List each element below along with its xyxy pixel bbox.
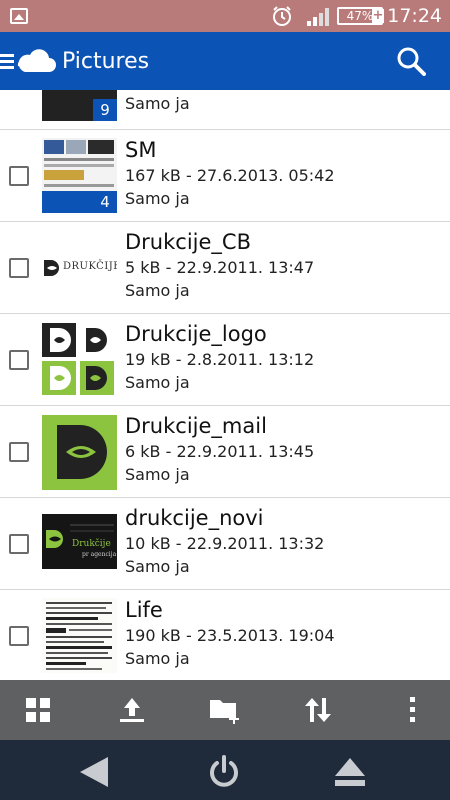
list-item[interactable]: DRUKČIJE Drukcije_CB 5 kB - 22.9.2011. 1… [0, 222, 450, 314]
thumbnail: DRUKČIJE [42, 230, 117, 305]
item-meta: 167 kB - 27.6.2013. 05:42 [125, 166, 335, 185]
new-folder-icon[interactable] [208, 694, 240, 726]
item-checkbox[interactable] [9, 258, 29, 278]
charging-indicator: + [372, 8, 384, 23]
bottom-toolbar [0, 680, 450, 740]
list-item[interactable]: Life 190 kB - 23.5.2013. 19:04 Samo ja [0, 590, 450, 680]
item-name: SM [125, 138, 157, 162]
app-bar: Pictures [0, 32, 450, 90]
count-badge: 4 [93, 191, 117, 213]
thumbnail: 4 [42, 138, 117, 213]
item-meta: 190 kB - 23.5.2013. 19:04 [125, 626, 335, 645]
eject-icon[interactable] [332, 754, 368, 790]
item-share: Samo ja [125, 557, 190, 576]
thumbnail: Drukčije pr agencija [42, 514, 117, 569]
drukcije-logo-icon [44, 260, 59, 276]
item-meta: 19 kB - 2.8.2011. 13:12 [125, 350, 315, 369]
status-bar: 47% + 17:24 [0, 0, 450, 32]
page-title: Pictures [62, 49, 150, 74]
item-share: Samo ja [125, 649, 190, 668]
item-name: Drukcije_logo [125, 322, 267, 346]
item-name: drukcije_novi [125, 506, 264, 530]
thumbnail-text: DRUKČIJE [63, 261, 117, 272]
thumbnail [42, 415, 117, 490]
signal-icon [307, 8, 329, 26]
thumbnail-text: Drukčije [72, 539, 111, 549]
item-share: Samo ja [125, 189, 190, 208]
clock: 17:24 [387, 5, 442, 27]
item-meta: 6 kB - 22.9.2011. 13:45 [125, 442, 315, 461]
back-icon[interactable] [76, 754, 112, 790]
item-checkbox[interactable] [9, 534, 29, 554]
file-list: 9 Samo ja 4 SM 167 kB - 27.6.2013. 05:42… [0, 90, 450, 680]
alarm-icon [273, 6, 291, 26]
item-checkbox[interactable] [9, 350, 29, 370]
count-badge: 9 [93, 99, 117, 121]
item-checkbox[interactable] [9, 626, 29, 646]
upload-icon[interactable] [116, 694, 148, 726]
menu-icon[interactable] [0, 54, 14, 70]
item-meta: 10 kB - 22.9.2011. 13:32 [125, 534, 325, 553]
drukcije-logo-grid [42, 323, 114, 395]
thumbnail [42, 598, 117, 673]
item-checkbox[interactable] [9, 442, 29, 462]
item-share: Samo ja [125, 281, 190, 300]
navigation-bar [0, 740, 450, 800]
item-checkbox[interactable] [9, 166, 29, 186]
list-item[interactable]: Drukčije pr agencija drukcije_novi 10 kB… [0, 498, 450, 590]
item-share: Samo ja [125, 373, 190, 392]
list-item[interactable]: Drukcije_mail 6 kB - 22.9.2011. 13:45 Sa… [0, 406, 450, 498]
search-icon[interactable] [396, 46, 426, 76]
power-icon[interactable] [206, 754, 242, 790]
sort-icon[interactable] [302, 694, 334, 726]
drukcije-green-logo [46, 530, 63, 548]
list-item[interactable]: Drukcije_logo 19 kB - 2.8.2011. 13:12 Sa… [0, 314, 450, 406]
item-name: Drukcije_mail [125, 414, 267, 438]
more-icon[interactable] [396, 694, 428, 726]
list-item[interactable]: 9 Samo ja [0, 90, 450, 130]
list-item[interactable]: 4 SM 167 kB - 27.6.2013. 05:42 Samo ja [0, 130, 450, 222]
item-share: Samo ja [125, 465, 190, 484]
item-meta: 5 kB - 22.9.2011. 13:47 [125, 258, 315, 277]
item-name: Life [125, 598, 163, 622]
item-name: Drukcije_CB [125, 230, 251, 254]
thumbnail: 9 [42, 90, 117, 121]
drukcije-mail-logo [42, 415, 117, 490]
image-notification-icon [10, 8, 28, 24]
grid-icon[interactable] [22, 694, 54, 726]
thumbnail-subtext: pr agencija [82, 551, 117, 558]
item-share: Samo ja [125, 94, 190, 113]
cloud-logo-icon[interactable] [15, 46, 57, 76]
thumbnail [42, 323, 117, 398]
